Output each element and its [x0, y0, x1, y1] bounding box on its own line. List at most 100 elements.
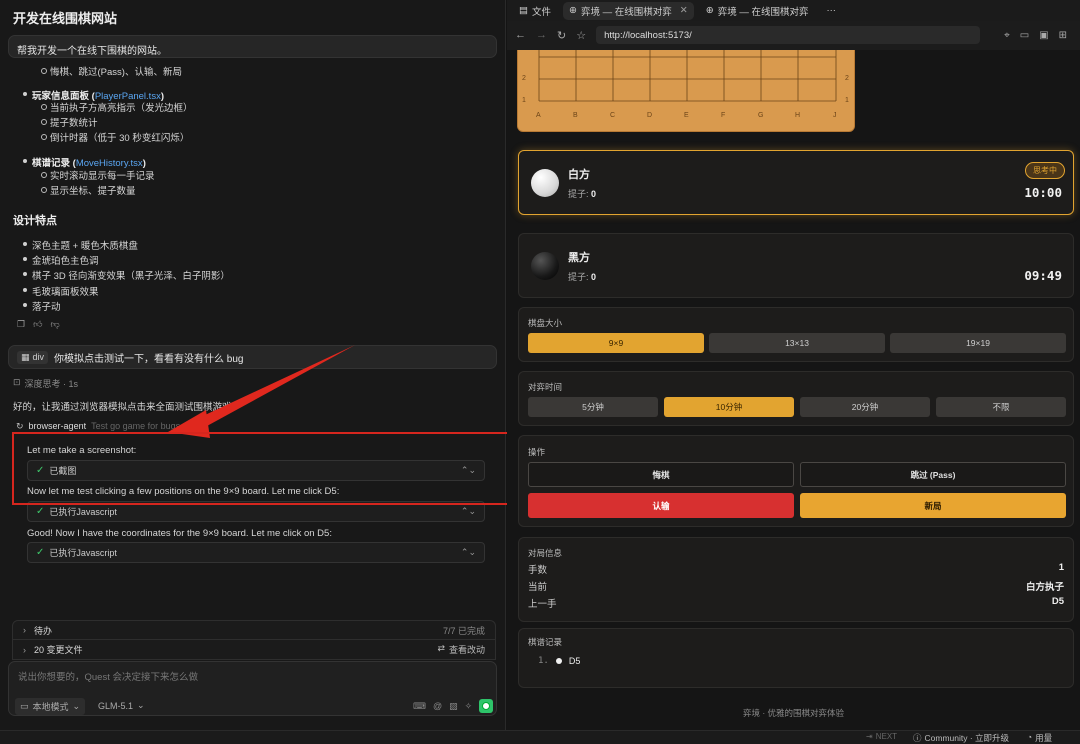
row-label: 2 [522, 75, 526, 82]
time-option-20[interactable]: 20分钟 [800, 397, 930, 417]
col-label: B [573, 112, 578, 119]
tab-go-game[interactable]: ⊕ 弈境 — 在线围棋对弈 [700, 2, 815, 20]
chevron-right-icon: › [23, 644, 26, 655]
mode-selector[interactable]: ▭ 本地模式 ⌄ [15, 698, 86, 715]
more-tabs-button[interactable]: ··· [820, 2, 842, 20]
expand-icon[interactable]: ⌃⌄ [461, 547, 476, 558]
record-entry[interactable]: 1. D5 [538, 656, 580, 666]
undo-button[interactable]: 悔棋 [528, 462, 794, 487]
todo-status: 7/7 已完成 [442, 625, 485, 636]
panel-label: 对弈时间 [528, 382, 563, 392]
changed-files-panel[interactable]: › 20 变更文件 ⇄ 查看改动 [12, 640, 496, 660]
list-item: 悔棋、跳过(Pass)、认输、新局 [41, 64, 182, 78]
size-option-19[interactable]: 19×19 [890, 333, 1066, 353]
view-changes-link[interactable]: ⇄ 查看改动 [437, 643, 485, 656]
status-bar: ⇥ NEXT ⓘ Community · 立即升级 ◔ 用量 [0, 730, 1080, 744]
col-label: J [833, 112, 837, 119]
resign-button[interactable]: 认输 [528, 493, 794, 518]
todo-panel[interactable]: › 待办 7/7 已完成 [12, 620, 496, 640]
move-record-panel: 棋谱记录 1. D5 [518, 628, 1074, 688]
col-label: D [647, 112, 653, 119]
sparkle-icon[interactable]: ✧ [465, 701, 473, 712]
col-label: E [684, 112, 689, 119]
player-card-white: 白方 提子: 0 思考中 10:00 [518, 150, 1074, 215]
board-grid [538, 50, 837, 102]
thumbs-up-icon[interactable]: 👍︎ [33, 319, 42, 330]
list-item: 深色主题 + 暖色木质棋盘 [23, 238, 138, 252]
back-icon[interactable]: ← [515, 29, 526, 41]
time-option-10[interactable]: 10分钟 [664, 397, 794, 417]
mode-label: 本地模式 [32, 702, 69, 712]
tab-files[interactable]: ▤ 文件 [513, 2, 557, 20]
usage-button[interactable]: ◔ 用量 [1027, 732, 1052, 744]
model-selector[interactable]: GLM-5.1 ⌄ [93, 698, 150, 713]
tab-label: 文件 [531, 6, 551, 18]
todo-label: 待办 [34, 625, 53, 636]
col-label: F [721, 112, 726, 119]
col-label: C [610, 112, 616, 119]
row-label: 2 [845, 75, 849, 82]
record-move: D5 [568, 656, 581, 666]
info-value-moves: 1 [1058, 562, 1064, 573]
player-name: 黑方 [568, 252, 590, 264]
mention-icon[interactable]: @ [433, 701, 442, 711]
pick-element-icon[interactable]: ⌖ [1004, 30, 1010, 41]
new-game-button[interactable]: 新局 [800, 493, 1066, 518]
list-item-move-history: 棋谱记录 (MoveHistory.tsx) [23, 155, 146, 169]
next-indicator[interactable]: ⇥ NEXT [866, 732, 897, 741]
player-timer: 09:49 [1024, 268, 1062, 283]
info-label: 上一手 [528, 599, 557, 610]
info-label: 当前 [528, 582, 548, 593]
community-upgrade[interactable]: ⓘ Community · 立即升级 [913, 732, 1009, 744]
reload-icon[interactable]: ↻ [557, 29, 566, 42]
composer[interactable]: 说出你想要的，Quest 会决定接下来怎么做 ▭ 本地模式 ⌄ GLM-5.1 ⌄ ⌨… [8, 661, 497, 716]
file-icon: ▤ [519, 5, 528, 16]
white-stone-icon [555, 658, 562, 664]
time-option-5[interactable]: 5分钟 [528, 397, 658, 417]
thinking-icon: ⊡ [13, 377, 21, 387]
tab-label: 弈境 — 在线围棋对弈 [580, 6, 672, 18]
url-input[interactable]: http://localhost:5173/ [596, 26, 981, 44]
page-content: 2 2 1 1 A B C D E F G H J 白方 提子: 0 思考中 1… [507, 50, 1080, 730]
thinking-indicator[interactable]: ⊡ 深度思考 · 1s [13, 377, 78, 390]
tool-call-label: 已执行Javascript [49, 548, 117, 558]
copy-icon[interactable]: ❐ [17, 319, 25, 330]
forward-icon[interactable]: → [536, 29, 547, 41]
expand-icon[interactable]: ⌃⌄ [461, 506, 476, 517]
go-board[interactable]: 2 2 1 1 A B C D E F G H J [517, 50, 855, 132]
image-icon[interactable]: ▨ [449, 701, 458, 712]
list-item: 倒计时器（低于 30 秒变红闪烁） [40, 130, 189, 144]
send-button[interactable] [479, 699, 494, 713]
chat-pane: 开发在线围棋网站 帮我开发一个在线下围棋的网站。 悔棋、跳过(Pass)、认输、… [0, 0, 510, 730]
chevron-down-icon: ⌄ [72, 701, 81, 711]
row-label: 1 [845, 97, 849, 104]
composer-tools: ⌨ @ ▨ ✧ [413, 699, 494, 713]
size-option-9[interactable]: 9×9 [528, 333, 704, 353]
device-icon[interactable]: ▭ [1020, 30, 1029, 41]
thumbs-down-icon[interactable]: 👎︎ [50, 319, 59, 330]
time-option-unlimited[interactable]: 不限 [936, 397, 1066, 417]
devtools-icon[interactable]: ⊞ [1059, 30, 1067, 41]
composer-input[interactable]: 说出你想要的，Quest 会决定接下来怎么做 [18, 669, 198, 683]
view-changes-label: 查看改动 [448, 645, 485, 655]
info-value-current: 白方执子 [1025, 582, 1064, 593]
community-label: Community · 立即升级 [924, 733, 1010, 743]
keyboard-icon[interactable]: ⌨ [413, 701, 426, 712]
bookmark-icon[interactable]: ☆ [576, 29, 586, 42]
agent-name: browser-agent [28, 421, 87, 431]
tab-go-game-active[interactable]: ⊕ 弈境 — 在线围棋对弈 ✕ [563, 1, 694, 20]
size-option-13[interactable]: 13×13 [709, 333, 885, 353]
thinking-label: 深度思考 · 1s [24, 379, 79, 389]
panel-label: 操作 [528, 447, 546, 457]
captures-value: 0 [591, 272, 597, 282]
pass-button[interactable]: 跳过 (Pass) [800, 462, 1066, 487]
list-item: 提子数统计 [41, 115, 98, 129]
element-chip-label: div [32, 352, 45, 362]
tool-call-javascript[interactable]: ✓ 已执行Javascript ⌃⌄ [27, 542, 485, 563]
player-name: 白方 [568, 169, 590, 181]
close-icon[interactable]: ✕ [680, 5, 688, 16]
callout-arrow [168, 345, 355, 438]
loading-icon: ↻ [16, 421, 24, 431]
check-icon: ✓ [36, 506, 45, 517]
screenshot-icon[interactable]: ▣ [1039, 30, 1048, 41]
